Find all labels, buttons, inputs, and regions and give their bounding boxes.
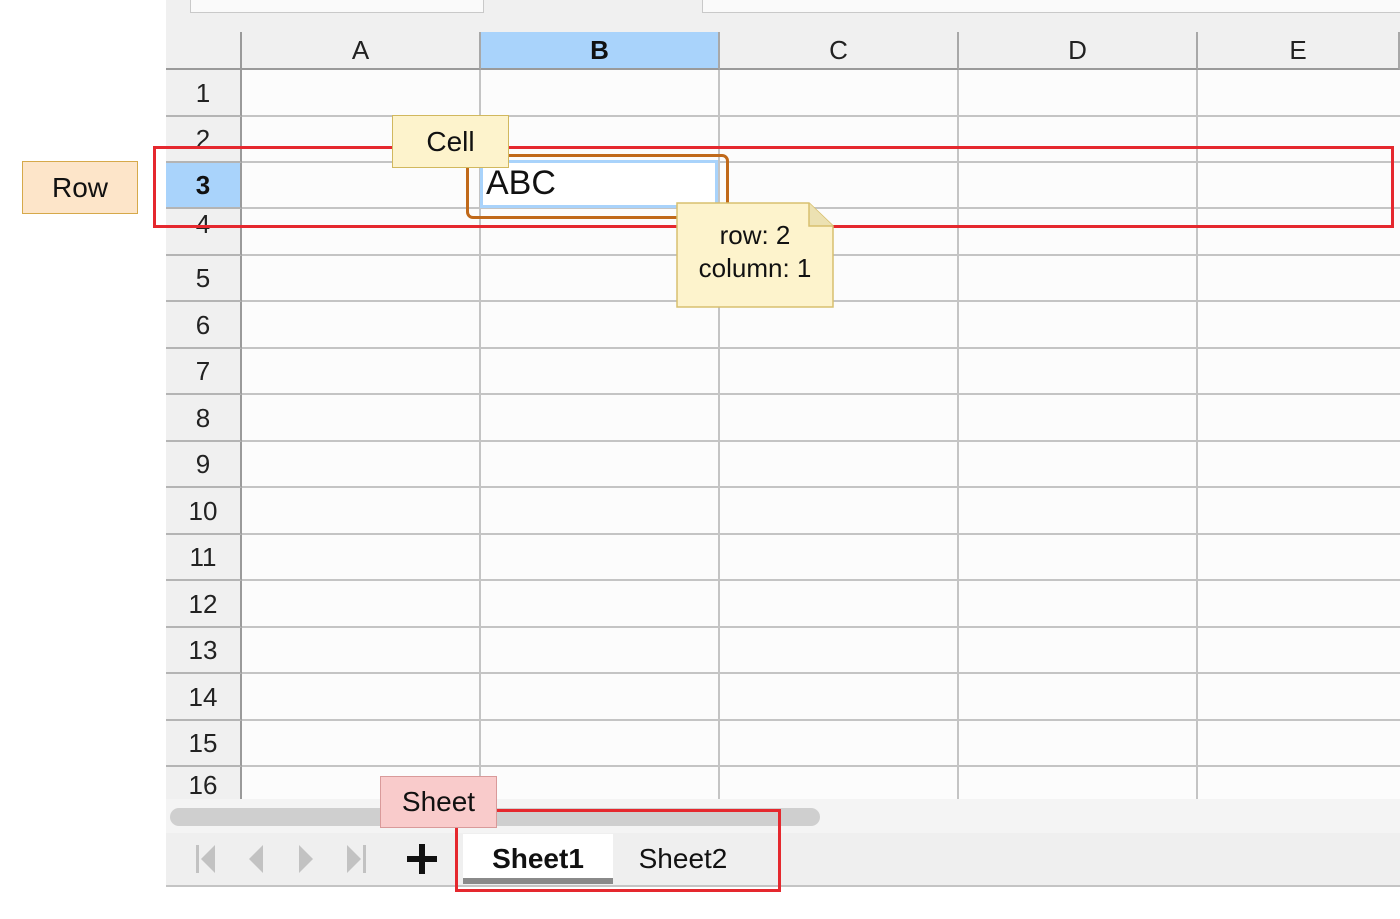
row-header-11[interactable]: 11 xyxy=(166,535,242,581)
column-header-c[interactable]: C xyxy=(720,32,959,70)
name-box[interactable] xyxy=(190,0,484,13)
row-header-13[interactable]: 13 xyxy=(166,628,242,674)
previous-icon[interactable] xyxy=(238,842,274,876)
cell-coordinate-note: row: 2 column: 1 xyxy=(676,219,834,285)
row-header-12[interactable]: 12 xyxy=(166,581,242,628)
gridline xyxy=(242,393,1400,395)
row-header-9[interactable]: 9 xyxy=(166,442,242,488)
cell-annotation-label: Cell xyxy=(392,115,509,168)
note-column-text: column: 1 xyxy=(698,253,812,283)
row-annotation-label: Row xyxy=(22,161,138,214)
sheet-annotation-label: Sheet xyxy=(380,776,497,828)
plus-icon[interactable] xyxy=(400,838,444,880)
first-page-icon[interactable] xyxy=(188,842,224,876)
row-header-7[interactable]: 7 xyxy=(166,349,242,395)
row-header-10[interactable]: 10 xyxy=(166,488,242,535)
gridline xyxy=(242,347,1400,349)
gridline xyxy=(242,533,1400,535)
gridline xyxy=(242,672,1400,674)
gridline xyxy=(242,765,1400,767)
column-header-e[interactable]: E xyxy=(1198,32,1400,70)
select-all-corner[interactable] xyxy=(166,32,242,70)
sheet-highlight-frame xyxy=(455,809,781,892)
gridline xyxy=(242,626,1400,628)
column-header-b[interactable]: B xyxy=(481,32,720,70)
row-header-6[interactable]: 6 xyxy=(166,302,242,349)
gridline xyxy=(242,486,1400,488)
row-header-16[interactable]: 16 xyxy=(166,767,242,799)
row-header-5[interactable]: 5 xyxy=(166,256,242,302)
gridline xyxy=(242,579,1400,581)
last-page-icon[interactable] xyxy=(338,842,374,876)
gridline xyxy=(242,440,1400,442)
column-header-a[interactable]: A xyxy=(242,32,481,70)
formula-input[interactable] xyxy=(702,0,1400,13)
row-header-15[interactable]: 15 xyxy=(166,721,242,767)
next-icon[interactable] xyxy=(288,842,324,876)
gridline xyxy=(242,719,1400,721)
row-header-14[interactable]: 14 xyxy=(166,674,242,721)
column-header-d[interactable]: D xyxy=(959,32,1198,70)
row-header-8[interactable]: 8 xyxy=(166,395,242,442)
formula-bar-strip xyxy=(166,0,1400,32)
note-row-text: row: 2 xyxy=(719,220,791,250)
row-header-1[interactable]: 1 xyxy=(166,70,242,117)
